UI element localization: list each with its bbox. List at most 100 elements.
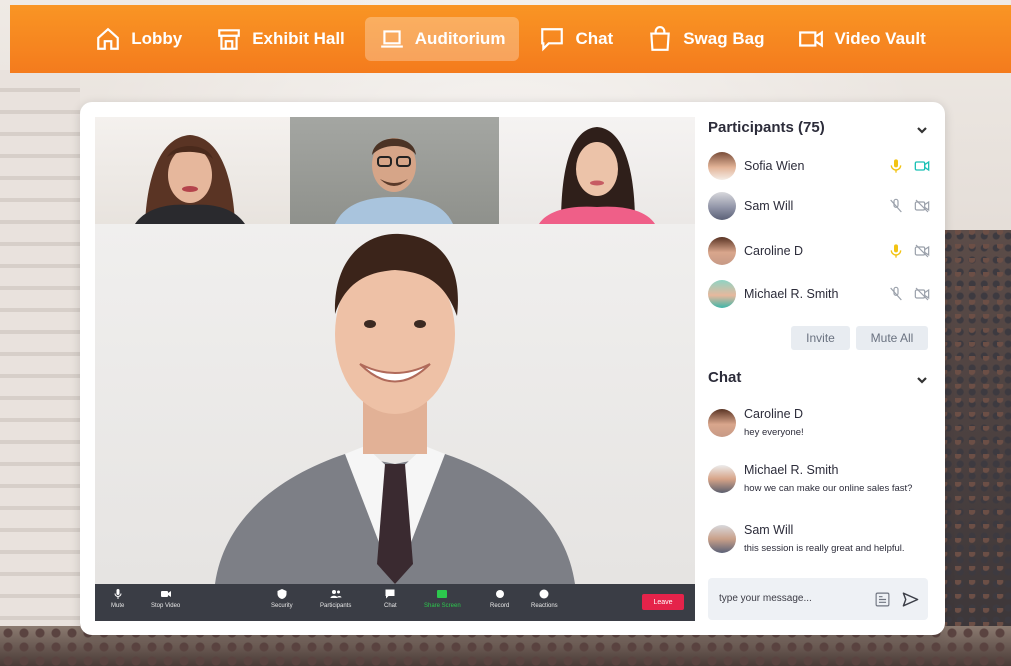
security-control[interactable]: Security	[271, 588, 293, 609]
meeting-controls: Mute Stop Video Security Participants Ch…	[95, 584, 695, 621]
top-navigation: Lobby Exhibit Hall Auditorium Chat Swag …	[10, 5, 1011, 73]
participants-control[interactable]: Participants	[320, 588, 351, 609]
invite-button[interactable]: Invite	[791, 326, 850, 350]
nav-lobby-label: Lobby	[131, 29, 183, 48]
microphone-off-icon[interactable]	[888, 198, 904, 214]
smiley-icon	[539, 589, 549, 599]
chat-input-placeholder: type your message...	[719, 593, 812, 604]
chat-label: Chat	[384, 603, 397, 609]
video-area: Mute Stop Video Security Participants Ch…	[95, 117, 695, 621]
microphone-on-icon[interactable]	[888, 243, 904, 259]
record-label: Record	[490, 603, 510, 609]
sidebar: Participants (75) Sofia Wien Sam Will Ca…	[708, 102, 930, 635]
participants-label: Participants	[320, 603, 352, 609]
nav-auditorium[interactable]: Auditorium	[364, 17, 520, 61]
nav-exhibit-hall-label: Exhibit Hall	[252, 29, 345, 48]
avatar	[708, 192, 736, 220]
chat-control[interactable]: Chat	[384, 588, 397, 609]
participant-name: Sam Will	[744, 199, 794, 213]
participant-row[interactable]: Sam Will	[708, 191, 930, 221]
chevron-down-icon[interactable]	[916, 374, 928, 386]
meeting-panel: Mute Stop Video Security Participants Ch…	[80, 102, 945, 635]
chat-message: Sam Will this session is really great an…	[708, 523, 930, 554]
avatar	[708, 465, 736, 493]
chat-input[interactable]: type your message...	[708, 578, 928, 620]
nav-chat[interactable]: Chat	[525, 17, 627, 61]
shield-icon	[277, 589, 287, 599]
nav-lobby[interactable]: Lobby	[81, 17, 196, 61]
reactions-control[interactable]: Reactions	[531, 588, 558, 609]
security-label: Security	[271, 603, 293, 609]
camera-off-icon[interactable]	[914, 286, 930, 302]
microphone-icon	[114, 589, 122, 599]
participant-row[interactable]: Michael R. Smith	[708, 279, 930, 309]
avatar	[708, 237, 736, 265]
mute-label: Mute	[111, 603, 125, 609]
camera-off-icon[interactable]	[914, 198, 930, 214]
nav-chat-label: Chat	[575, 29, 614, 48]
mute-control[interactable]: Mute	[111, 588, 124, 609]
send-icon[interactable]	[901, 590, 920, 609]
participant-photo	[135, 135, 245, 224]
chat-bubble-icon	[385, 589, 395, 599]
avatar	[708, 280, 736, 308]
chat-message: Michael R. Smith how we can make our onl…	[708, 463, 930, 494]
camera-on-icon[interactable]	[914, 158, 930, 174]
video-camera-icon	[160, 591, 171, 597]
participant-name: Caroline D	[744, 244, 804, 258]
nav-video-vault-label: Video Vault	[834, 29, 926, 48]
participant-name: Sofia Wien	[744, 159, 805, 173]
participant-name: Michael R. Smith	[744, 287, 839, 301]
record-icon	[495, 590, 504, 598]
microphone-off-icon[interactable]	[888, 286, 904, 302]
chevron-down-icon[interactable]	[916, 124, 928, 136]
participant-photo	[539, 127, 655, 224]
stop-video-control[interactable]: Stop Video	[151, 588, 180, 609]
microphone-on-icon[interactable]	[888, 158, 904, 174]
reactions-label: Reactions	[531, 603, 558, 609]
share-screen-label: Share Screen	[424, 603, 461, 609]
participant-photo	[335, 138, 453, 224]
video-camera-icon	[799, 30, 824, 48]
speaker-photo	[215, 233, 575, 584]
share-screen-control[interactable]: Share Screen	[424, 588, 461, 609]
nav-video-vault[interactable]: Video Vault	[784, 17, 939, 61]
leave-button[interactable]: Leave	[642, 594, 684, 610]
chat-author: Michael R. Smith	[744, 463, 839, 477]
audience-seating-right	[941, 230, 1011, 666]
chat-text: hey everyone!	[744, 427, 804, 438]
nav-swag-bag-label: Swag Bag	[683, 29, 765, 48]
auditorium-wall-left	[0, 70, 80, 666]
chat-text: how we can make our online sales fast?	[744, 483, 913, 494]
home-icon	[97, 27, 120, 50]
store-icon	[218, 29, 241, 50]
camera-off-icon[interactable]	[914, 243, 930, 259]
share-screen-icon	[437, 590, 448, 598]
participant-row[interactable]: Sofia Wien	[708, 151, 930, 181]
participants-title: Participants (75)	[708, 119, 825, 136]
nav-auditorium-label: Auditorium	[414, 29, 506, 48]
main-speaker-video[interactable]	[95, 224, 695, 584]
chat-message: Caroline D hey everyone!	[708, 407, 930, 438]
video-tile-woman-1[interactable]	[95, 117, 290, 224]
chat-title: Chat	[708, 369, 742, 386]
chat-author: Caroline D	[744, 407, 804, 421]
participant-row[interactable]: Caroline D	[708, 236, 930, 266]
laptop-icon	[380, 30, 403, 48]
attachment-icon[interactable]	[874, 591, 891, 608]
video-tile-man-glasses[interactable]	[290, 117, 499, 224]
chat-author: Sam Will	[744, 523, 794, 537]
avatar	[708, 525, 736, 553]
people-icon	[330, 590, 342, 598]
shopping-bag-icon	[650, 26, 671, 51]
avatar	[708, 152, 736, 180]
video-tile-woman-2[interactable]	[499, 117, 695, 224]
stop-video-label: Stop Video	[151, 603, 181, 609]
avatar	[708, 409, 736, 437]
chat-bubble-icon	[541, 28, 564, 52]
nav-exhibit-hall[interactable]: Exhibit Hall	[202, 17, 359, 61]
nav-swag-bag[interactable]: Swag Bag	[633, 17, 778, 61]
record-control[interactable]: Record	[490, 588, 509, 609]
mute-all-button[interactable]: Mute All	[856, 326, 928, 350]
chat-text: this session is really great and helpful…	[744, 543, 905, 554]
